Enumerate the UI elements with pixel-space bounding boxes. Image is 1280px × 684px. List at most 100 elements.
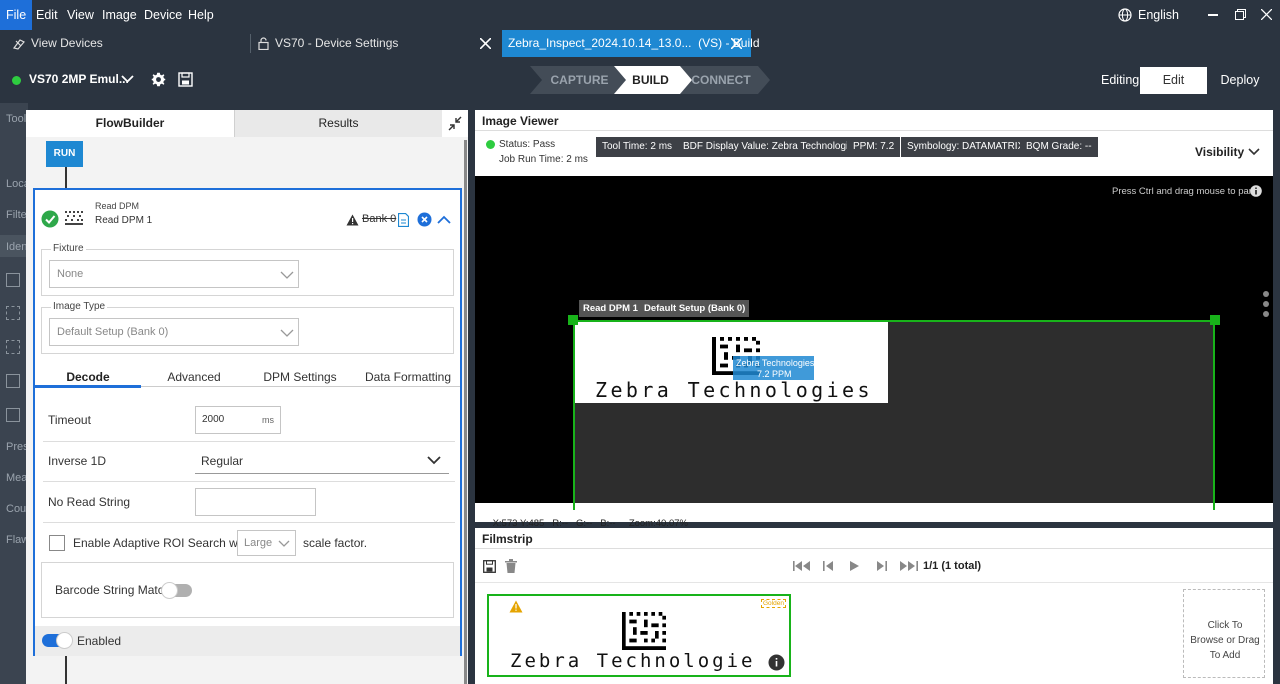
pan-hint: Press Ctrl and drag mouse to pan.	[1112, 186, 1257, 197]
multi-code-tool-icon[interactable]	[6, 408, 20, 422]
close-tab-icon[interactable]	[731, 38, 742, 49]
play-icon[interactable]	[850, 561, 859, 571]
menu-edit[interactable]: Edit	[30, 0, 64, 30]
visibility-button[interactable]: Visibility	[1195, 145, 1244, 159]
document-icon[interactable]	[398, 213, 409, 227]
language-selector[interactable]: English	[1138, 0, 1179, 30]
job-run-time: Job Run Time: 2 ms	[499, 154, 588, 165]
tab-results[interactable]: Results	[234, 110, 442, 137]
lock-icon	[258, 37, 269, 50]
tab-job-build[interactable]: Zebra_Inspect_2024.10.14_13.0... (VS) - …	[502, 30, 760, 57]
gear-icon[interactable]	[151, 72, 166, 87]
bank-label: Bank 0	[362, 213, 397, 225]
category-identify[interactable]: Iden	[6, 241, 27, 253]
timeout-unit: ms	[262, 415, 274, 425]
delete-tool-icon[interactable]	[417, 212, 432, 227]
minimize-icon[interactable]	[1208, 14, 1218, 16]
subtab-data-formatting[interactable]: Data Formatting	[353, 366, 463, 388]
device-status-dot	[12, 76, 21, 85]
dpm-tool-icon[interactable]	[6, 306, 20, 320]
image-type-dropdown[interactable]: Default Setup (Bank 0)	[49, 318, 299, 346]
save-icon[interactable]	[178, 72, 193, 87]
scale-factor-dropdown[interactable]: Large	[237, 530, 296, 556]
device-toolbar: VS70 2MP Emul... CAPTURE BUILD CONNECT E…	[0, 57, 1280, 103]
roi-handle[interactable]	[568, 315, 578, 325]
subtab-dpm-settings[interactable]: DPM Settings	[247, 366, 353, 388]
timeout-input[interactable]: 2000 ms	[195, 406, 281, 434]
scrollbar[interactable]	[464, 140, 467, 684]
tab-view-devices[interactable]: View Devices	[0, 30, 250, 57]
category-measure[interactable]: Mea	[6, 472, 27, 484]
filmstrip-thumbnail[interactable]: Golden Zebra Technologie	[487, 594, 791, 677]
adaptive-roi-label: Enable Adaptive ROI Search with a	[73, 536, 261, 550]
step-build[interactable]: BUILD	[623, 66, 678, 94]
inverse-1d-dropdown[interactable]: Regular	[195, 448, 449, 474]
image-type-label: Image Type	[51, 301, 108, 312]
menu-device[interactable]: Device	[138, 0, 188, 30]
next-frame-icon[interactable]	[877, 561, 887, 571]
save-image-icon[interactable]	[483, 560, 496, 573]
editing-label: Editing	[1101, 73, 1140, 87]
no-read-string-input[interactable]	[195, 488, 316, 516]
scale-factor-suffix: scale factor.	[303, 536, 368, 550]
devices-icon	[12, 37, 26, 50]
menu-help[interactable]: Help	[182, 0, 220, 30]
divider	[475, 130, 1273, 131]
browse-drop-zone[interactable]: Click To Browse or Drag To Add	[1183, 589, 1265, 678]
subtab-advanced[interactable]: Advanced	[141, 366, 247, 388]
first-frame-icon[interactable]	[793, 561, 811, 571]
menu-file[interactable]: File	[0, 0, 33, 30]
barcode-tool-icon[interactable]	[6, 273, 20, 287]
thumbnail-label-text: Zebra Technologie	[510, 650, 756, 672]
roi-handle[interactable]	[1210, 315, 1220, 325]
timeout-value: 2000	[202, 414, 225, 425]
info-icon[interactable]	[768, 654, 785, 671]
fixture-dropdown[interactable]: None	[49, 260, 299, 288]
last-frame-icon[interactable]	[900, 561, 918, 571]
collapse-panel-button[interactable]	[442, 110, 468, 137]
image-viewer-panel: Image Viewer Status: Pass Job Run Time: …	[475, 110, 1273, 529]
roi-rectangle[interactable]	[573, 320, 1215, 510]
category-count[interactable]: Cou	[6, 503, 26, 515]
tool-palette-header: Tool	[6, 113, 27, 125]
badge-symbology: Symbology: DATAMATRIX	[901, 137, 1031, 157]
tab-flowbuilder[interactable]: FlowBuilder	[26, 110, 234, 137]
close-window-icon[interactable]	[1261, 9, 1272, 20]
deploy-button[interactable]: Deploy	[1208, 67, 1272, 94]
status-text: Status: Pass	[499, 139, 556, 150]
tool-card-read-dpm[interactable]: Read DPM Read DPM 1 Bank 0 Fixture None …	[33, 188, 462, 656]
divider	[475, 548, 1273, 549]
tab-label: View Devices	[31, 36, 103, 50]
menu-image[interactable]: Image	[96, 0, 143, 30]
edit-button[interactable]: Edit	[1140, 67, 1207, 94]
chevron-up-icon[interactable]	[437, 215, 451, 224]
enabled-toggle[interactable]	[42, 632, 73, 649]
close-tab-icon[interactable]	[480, 38, 491, 49]
fixture-value: None	[57, 268, 84, 280]
previous-frame-icon[interactable]	[823, 561, 833, 571]
image-type-value: Default Setup (Bank 0)	[57, 326, 169, 338]
warning-icon	[346, 214, 359, 226]
more-options-icon[interactable]	[1262, 290, 1270, 318]
restore-icon[interactable]	[1235, 9, 1246, 20]
fixture-label: Fixture	[51, 243, 86, 254]
barcode-string-match-toggle[interactable]	[161, 582, 192, 599]
dpm-tool-icon	[65, 211, 83, 227]
trash-icon[interactable]	[505, 559, 517, 573]
step-connect[interactable]: CONNECT	[690, 66, 752, 94]
menu-view[interactable]: View	[61, 0, 100, 30]
workflow-steps: CAPTURE BUILD CONNECT	[530, 66, 775, 94]
globe-icon[interactable]	[1118, 8, 1132, 22]
chevron-down-icon[interactable]	[121, 75, 134, 83]
info-icon[interactable]	[1250, 185, 1262, 197]
category-filter[interactable]: Filte	[6, 209, 27, 221]
device-name[interactable]: VS70 2MP Emul...	[29, 72, 129, 86]
step-capture[interactable]: CAPTURE	[542, 66, 617, 94]
image-canvas[interactable]: Press Ctrl and drag mouse to pan. Zebra …	[475, 176, 1273, 510]
tab-device-settings[interactable]: VS70 - Device Settings	[251, 30, 500, 57]
ocr-tool-icon[interactable]	[6, 374, 20, 388]
chevron-down-icon[interactable]	[1248, 148, 1260, 156]
run-button[interactable]: RUN	[46, 141, 83, 167]
adaptive-roi-checkbox[interactable]	[49, 535, 65, 551]
qr-tool-icon[interactable]	[6, 340, 20, 354]
